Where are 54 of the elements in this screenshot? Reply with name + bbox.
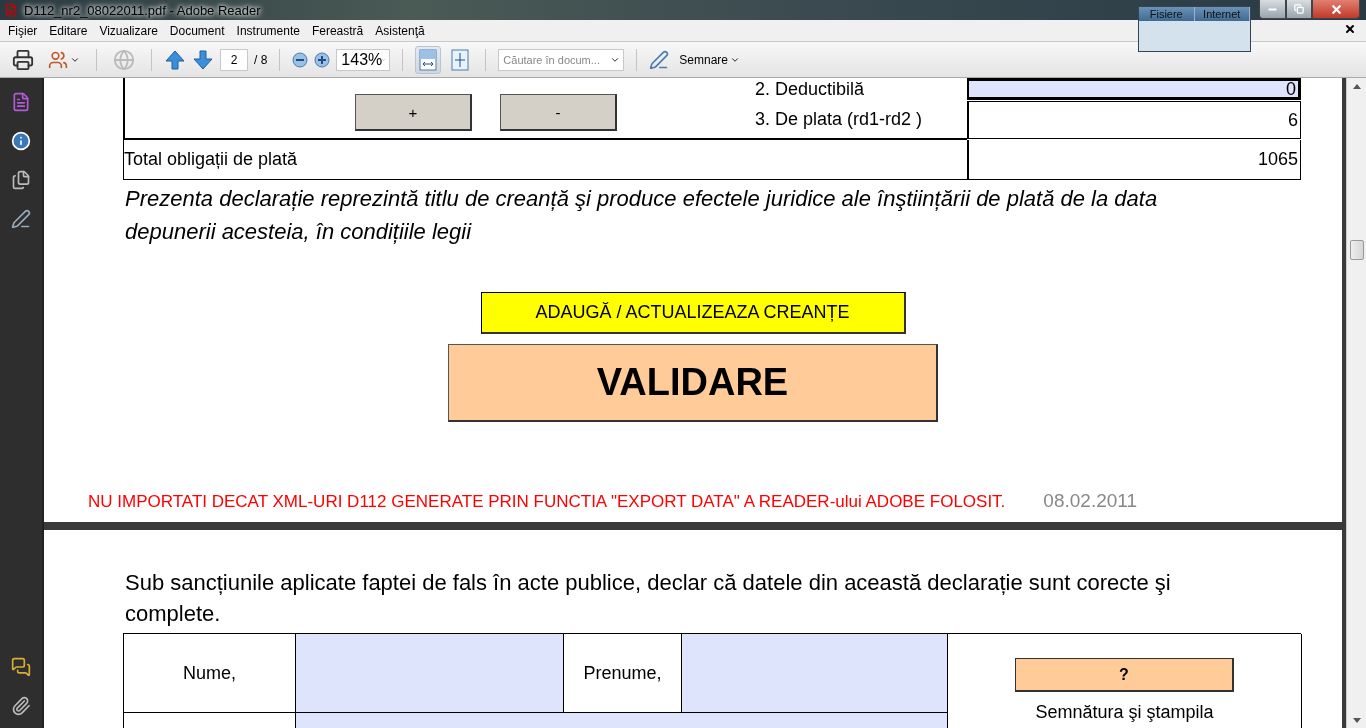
window-title: D112_nr2_08022011.pdf - Adobe Reader xyxy=(24,2,261,18)
declaration-statement: Sub sancțiunile aplicate faptei de fals în acte publice, declar că datele din această declarație sunt corecte şi complete. xyxy=(125,569,1172,628)
total-value: 1065 xyxy=(967,140,1301,180)
signature-label: Semnătura şi ştampila xyxy=(1035,702,1214,723)
zoom-in-icon[interactable] xyxy=(314,51,331,68)
info-icon[interactable] xyxy=(11,131,31,151)
zoom-field[interactable]: 143% xyxy=(336,48,391,71)
attachment-icon[interactable] xyxy=(11,696,31,716)
row-label: 2. Deductibilă xyxy=(755,78,866,100)
comments-icon[interactable] xyxy=(11,657,31,677)
sign-menu-button[interactable]: Semnare xyxy=(675,45,745,74)
menu-item[interactable]: Document xyxy=(163,23,231,38)
menu-item[interactable]: Asistenţă xyxy=(369,23,431,38)
help-button[interactable]: ? xyxy=(1015,658,1234,692)
close-icon xyxy=(1329,2,1343,16)
panel-tab[interactable]: Fisiere xyxy=(1139,7,1195,21)
menu-item[interactable]: Vizualizare xyxy=(93,23,164,38)
value-cell: 6 xyxy=(967,101,1301,139)
zoom-out-icon[interactable] xyxy=(292,51,309,68)
previous-page-icon[interactable] xyxy=(164,48,186,71)
validate-button[interactable]: VALIDARE xyxy=(448,344,938,422)
menu-item[interactable]: Fişier xyxy=(2,23,44,38)
page-list-icon[interactable] xyxy=(11,92,31,112)
menu-item[interactable]: Instrumente xyxy=(230,23,306,38)
version-date: 08.02.2011 xyxy=(1043,490,1138,512)
people-icon xyxy=(48,49,68,70)
update-claims-button[interactable]: ADAUGĂ / ACTUALIZEAZA CREANȚE xyxy=(480,292,906,334)
search-field[interactable]: Căutare în docum... xyxy=(498,48,625,71)
row-label: 3. De plata (rd1-rd2 ) xyxy=(755,107,923,131)
menu-item[interactable]: Fereastră xyxy=(305,23,370,38)
pdf-file-icon xyxy=(4,3,18,17)
page-number-field[interactable]: 2 xyxy=(220,48,248,71)
import-warning: NU IMPORTATI DECAT XML-URI D112 GENERATE PRIN FUNCTIA "EXPORT DATA" A READER-ului ADOBE FOLOSIT. xyxy=(88,492,1006,512)
first-name-field[interactable] xyxy=(682,634,948,713)
pen-icon xyxy=(649,49,670,70)
next-page-icon[interactable] xyxy=(192,48,214,71)
restore-button[interactable] xyxy=(1286,0,1312,19)
name-field[interactable] xyxy=(296,634,564,713)
remove-button[interactable]: - xyxy=(500,94,617,131)
scroll-thumb[interactable] xyxy=(1349,240,1364,260)
panel-tab[interactable]: Internet xyxy=(1194,7,1250,21)
minimize-button[interactable] xyxy=(1259,0,1286,19)
legal-note: Prezenta declarație reprezintă titlu de creanță şi produce efectele juridice ale înştiințării de plată de la data depunerii acesteia, în condițiile legii xyxy=(125,185,1159,246)
scrollbar[interactable] xyxy=(1346,78,1366,728)
close-button[interactable] xyxy=(1312,0,1360,19)
menu-item[interactable]: Editare xyxy=(43,23,94,38)
value-field[interactable]: 0 xyxy=(967,78,1301,100)
page-count: / 8 xyxy=(254,52,268,67)
total-label: Total obligații de plată xyxy=(123,140,967,180)
add-button[interactable]: + xyxy=(355,94,472,131)
close-document-button[interactable] xyxy=(1344,23,1356,35)
signature-icon[interactable] xyxy=(11,209,31,229)
restore-icon xyxy=(1294,4,1304,14)
pages-icon[interactable] xyxy=(11,170,31,190)
